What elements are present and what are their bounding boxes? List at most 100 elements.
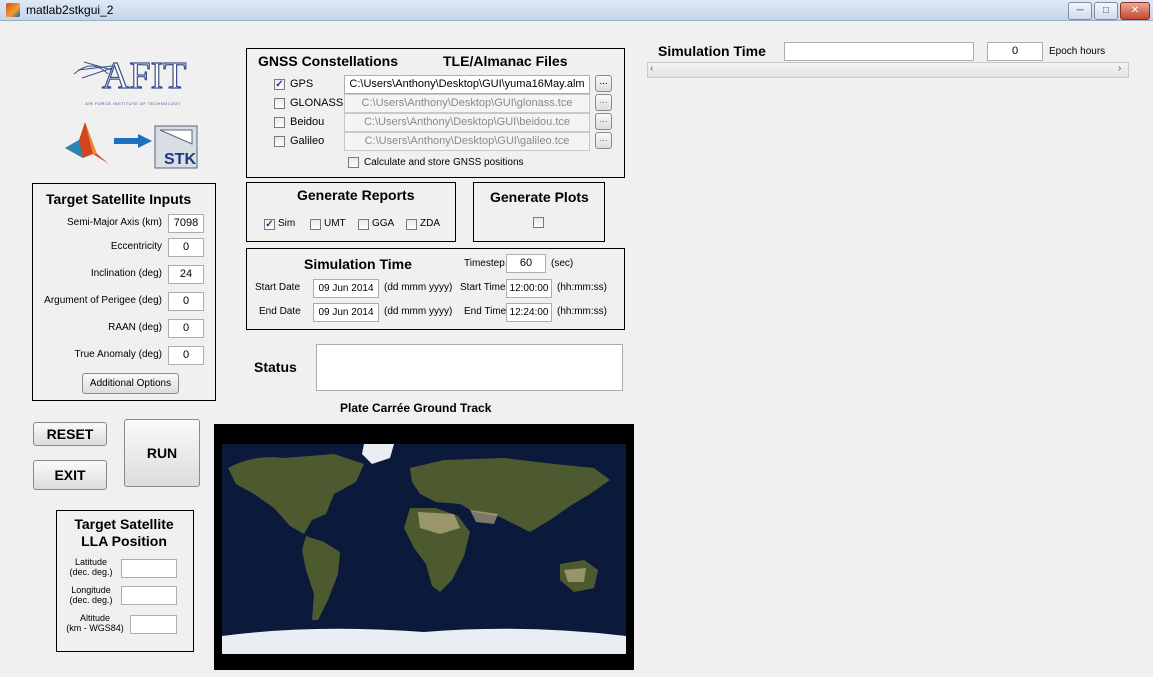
glonass-browse-button[interactable]: ... bbox=[595, 94, 612, 111]
lla-header-line1: Target Satellite bbox=[74, 516, 174, 532]
altitude-unit: (km - WGS84) bbox=[66, 623, 124, 633]
glonass-file-field[interactable]: C:\Users\Anthony\Desktop\GUI\glonass.tce bbox=[344, 94, 590, 113]
arg-perigee-field[interactable]: 0 bbox=[168, 292, 204, 311]
longitude-label: Longitude bbox=[71, 585, 111, 595]
matlab-logo-icon bbox=[63, 114, 111, 166]
start-time-label: Start Time bbox=[460, 282, 506, 293]
longitude-unit: (dec. deg.) bbox=[69, 595, 113, 605]
calc-gnss-checkbox[interactable] bbox=[348, 157, 359, 168]
exit-button[interactable]: EXIT bbox=[33, 460, 107, 490]
beidou-label: Beidou bbox=[290, 116, 325, 128]
eccentricity-label: Eccentricity bbox=[110, 241, 162, 252]
semi-major-axis-label: Semi-Major Axis (km) bbox=[66, 217, 162, 228]
true-anomaly-label: True Anomaly (deg) bbox=[74, 349, 162, 360]
sim-time-slider[interactable] bbox=[647, 62, 1129, 78]
generate-plots-checkbox[interactable] bbox=[533, 217, 544, 228]
reports-header: Generate Reports bbox=[297, 187, 415, 203]
galileo-label: Galileo bbox=[290, 135, 325, 147]
sim-report-checkbox[interactable]: ✓ bbox=[264, 219, 275, 230]
window-title: matlab2stkgui_2 bbox=[26, 3, 114, 17]
galileo-browse-button[interactable]: ... bbox=[595, 132, 612, 149]
sim-time-header: Simulation Time bbox=[304, 256, 412, 272]
start-date-field[interactable]: 09 Jun 2014 bbox=[313, 279, 379, 298]
altitude-label: Altitude bbox=[79, 613, 111, 623]
afit-letters: AFIT bbox=[102, 55, 186, 97]
lla-header-line2: LLA Position bbox=[81, 533, 167, 549]
galileo-file-field[interactable]: C:\Users\Anthony\Desktop\GUI\galileo.tce bbox=[344, 132, 590, 151]
ground-track-title: Plate Carrée Ground Track bbox=[340, 401, 492, 415]
slider-left-arrow-icon[interactable]: ‹ bbox=[650, 63, 653, 74]
galileo-checkbox[interactable] bbox=[274, 136, 285, 147]
start-time-field[interactable]: 12:00:00 bbox=[506, 279, 552, 298]
maximize-button[interactable]: □ bbox=[1094, 2, 1118, 20]
slider-right-arrow-icon[interactable]: › bbox=[1118, 63, 1121, 74]
minimize-button[interactable]: ─ bbox=[1068, 2, 1092, 20]
afit-logo: AFIT bbox=[72, 48, 196, 100]
beidou-browse-button[interactable]: ... bbox=[595, 113, 612, 130]
eccentricity-field[interactable]: 0 bbox=[168, 238, 204, 257]
longitude-field[interactable] bbox=[121, 586, 177, 605]
end-time-label: End Time bbox=[464, 306, 507, 317]
timestep-label: Timestep bbox=[464, 258, 505, 269]
arrow-right-icon bbox=[114, 134, 152, 148]
gps-browse-button[interactable]: ... bbox=[595, 75, 612, 92]
zda-report-label: ZDA bbox=[420, 218, 440, 229]
start-date-label: Start Date bbox=[255, 282, 301, 293]
afit-subtitle: AIR FORCE INSTITUTE OF TECHNOLOGY bbox=[85, 101, 181, 106]
afit-logo-graphic: AFIT bbox=[73, 54, 187, 98]
latitude-label: Latitude bbox=[74, 557, 108, 567]
inclination-field[interactable]: 24 bbox=[168, 265, 204, 284]
status-label: Status bbox=[254, 359, 297, 375]
sim-time-top-label: Simulation Time bbox=[658, 43, 766, 59]
end-time-format: (hh:mm:ss) bbox=[557, 306, 607, 317]
semi-major-axis-field[interactable]: 7098 bbox=[168, 214, 204, 233]
calc-gnss-label: Calculate and store GNSS positions bbox=[364, 157, 524, 168]
latitude-field[interactable] bbox=[121, 559, 177, 578]
window-titlebar bbox=[0, 0, 1153, 21]
latitude-unit: (dec. deg.) bbox=[69, 567, 113, 577]
raan-label: RAAN (deg) bbox=[108, 322, 162, 333]
sim-report-label: Sim bbox=[278, 218, 296, 229]
start-time-format: (hh:mm:ss) bbox=[557, 282, 607, 293]
gps-label: GPS bbox=[290, 78, 314, 90]
start-date-format: (dd mmm yyyy) bbox=[384, 282, 453, 293]
glonass-label: GLONASS bbox=[290, 97, 344, 109]
close-button[interactable]: ✕ bbox=[1120, 2, 1150, 20]
timestep-field[interactable]: 60 bbox=[506, 254, 546, 273]
gga-report-label: GGA bbox=[372, 218, 395, 229]
beidou-file-field[interactable]: C:\Users\Anthony\Desktop\GUI\beidou.tce bbox=[344, 113, 590, 132]
sim-time-top-field[interactable] bbox=[784, 42, 974, 61]
gga-report-checkbox[interactable] bbox=[358, 219, 369, 230]
matlab-app-icon bbox=[6, 3, 20, 17]
zda-report-checkbox[interactable] bbox=[406, 219, 417, 230]
stk-letters: STK bbox=[164, 151, 196, 168]
altitude-field[interactable] bbox=[130, 615, 177, 634]
timestep-unit: (sec) bbox=[551, 258, 574, 269]
status-box bbox=[316, 344, 623, 391]
end-date-format: (dd mmm yyyy) bbox=[384, 306, 453, 317]
raan-field[interactable]: 0 bbox=[168, 319, 204, 338]
run-button[interactable]: RUN bbox=[124, 419, 200, 487]
ground-track-plot[interactable] bbox=[214, 424, 634, 670]
world-map-image bbox=[222, 444, 626, 654]
end-date-label: End Date bbox=[259, 306, 301, 317]
end-time-field[interactable]: 12:24:00 bbox=[506, 303, 552, 322]
additional-options-button[interactable]: Additional Options bbox=[82, 373, 179, 394]
plots-header: Generate Plots bbox=[490, 189, 589, 205]
inclination-label: Inclination (deg) bbox=[90, 268, 162, 279]
glonass-checkbox[interactable] bbox=[274, 98, 285, 109]
true-anomaly-field[interactable]: 0 bbox=[168, 346, 204, 365]
beidou-checkbox[interactable] bbox=[274, 117, 285, 128]
tle-files-header: TLE/Almanac Files bbox=[443, 53, 568, 69]
reset-button[interactable]: RESET bbox=[33, 422, 107, 446]
epoch-hours-label: Epoch hours bbox=[1049, 46, 1106, 57]
gnss-header: GNSS Constellations bbox=[258, 53, 399, 69]
target-inputs-header: Target Satellite Inputs bbox=[46, 191, 192, 207]
epoch-hours-field[interactable]: 0 bbox=[987, 42, 1043, 61]
umt-report-checkbox[interactable] bbox=[310, 219, 321, 230]
end-date-field[interactable]: 09 Jun 2014 bbox=[313, 303, 379, 322]
gps-checkbox[interactable]: ✓ bbox=[274, 79, 285, 90]
gps-file-field[interactable]: C:\Users\Anthony\Desktop\GUI\yuma16May.a… bbox=[344, 75, 590, 94]
arg-perigee-label: Argument of Perigee (deg) bbox=[44, 295, 162, 306]
umt-report-label: UMT bbox=[324, 218, 346, 229]
